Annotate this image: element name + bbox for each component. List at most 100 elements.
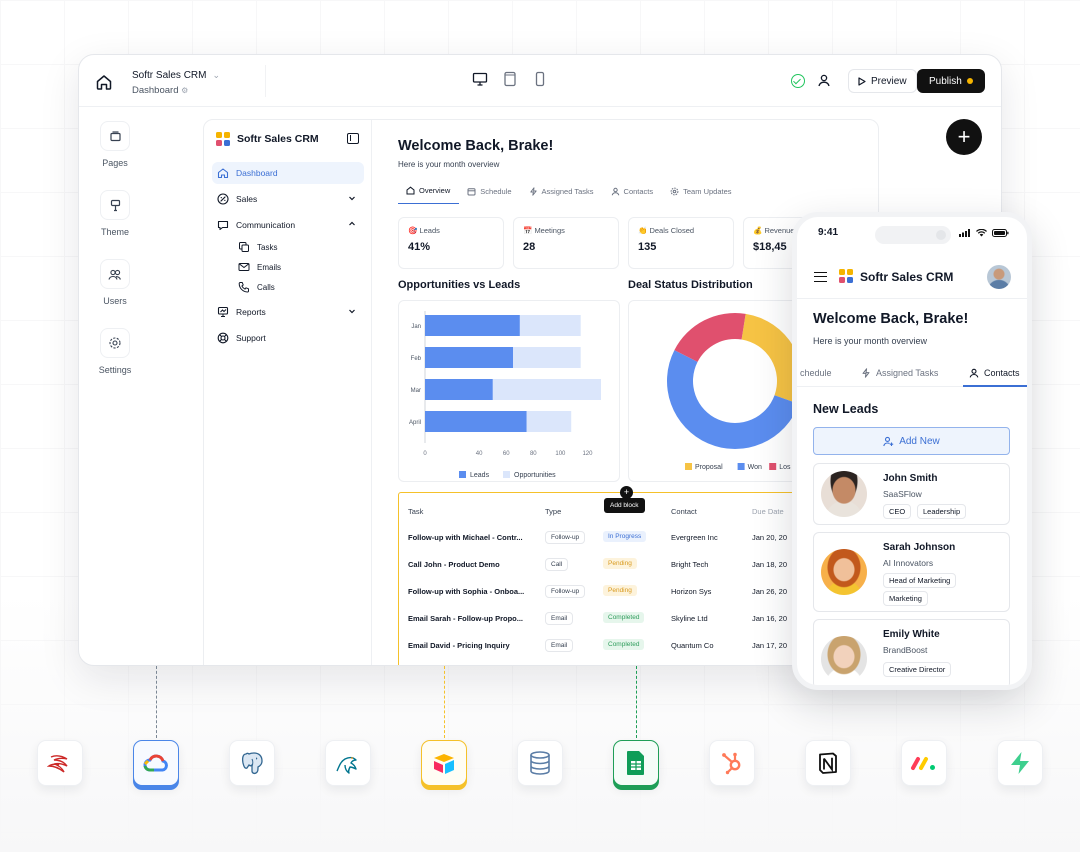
saved-check-icon <box>791 74 805 88</box>
supabase-integration[interactable] <box>997 740 1043 786</box>
avatar <box>821 471 867 517</box>
postgresql-icon <box>241 752 263 775</box>
legend-swatch <box>503 471 510 478</box>
database-icon <box>530 751 550 775</box>
airtable-integration[interactable] <box>421 740 467 786</box>
column-header-contact: Contact <box>671 507 697 516</box>
due-date-cell: Jan 16, 20 <box>752 614 788 623</box>
home-icon[interactable] <box>95 73 113 91</box>
sidebar-item-reports[interactable]: Reports <box>212 301 364 323</box>
table-row[interactable]: Follow-up with Sophia - Onboa... Follow-… <box>399 585 817 614</box>
lead-tag: Marketing <box>883 591 928 606</box>
mobile-view-icon[interactable] <box>532 71 548 87</box>
tab-label: Schedule <box>480 186 512 196</box>
preview-button[interactable]: Preview <box>848 69 917 93</box>
lead-card[interactable]: Sarah Johnson AI Innovators Head of Mark… <box>813 532 1010 612</box>
tab-assigned-tasks[interactable]: Assigned Tasks <box>861 368 938 378</box>
table-row[interactable]: Call John - Product Demo Call Pending Br… <box>399 558 817 587</box>
sidebar-subitem-emails[interactable]: Emails <box>238 258 281 276</box>
tab-overview[interactable]: Overview <box>398 186 460 204</box>
tab-contacts[interactable]: Contacts <box>969 368 1020 378</box>
hamburger-menu-icon[interactable] <box>814 272 827 282</box>
user-icon[interactable] <box>817 73 831 87</box>
app-brand[interactable]: Softr Sales CRM <box>216 132 319 146</box>
add-block-button[interactable]: + <box>946 119 982 155</box>
monday-integration[interactable] <box>901 740 947 786</box>
mysql-integration[interactable] <box>325 740 371 786</box>
lead-card[interactable]: Emily White BrandBoost Creative Director <box>813 619 1010 685</box>
stat-value: 28 <box>523 241 536 253</box>
rail-theme[interactable]: Theme <box>79 190 151 237</box>
app-switcher[interactable]: Softr Sales CRM ⌄ <box>132 70 220 81</box>
mobile-brand[interactable]: Softr Sales CRM <box>839 269 953 284</box>
chart-title-deal-status: Deal Status Distribution <box>628 279 753 291</box>
google-sheets-integration[interactable] <box>613 740 659 786</box>
rail-settings[interactable]: Settings <box>79 328 151 375</box>
status-badge: Completed <box>603 612 645 623</box>
chevron-up-icon <box>349 221 355 226</box>
user-icon <box>969 368 979 378</box>
tab-schedule[interactable]: Schedule <box>459 186 520 204</box>
chart-title-opportunities: Opportunities vs Leads <box>398 279 521 291</box>
table-row[interactable]: Email Sarah - Follow-up Propo... Email C… <box>399 612 817 641</box>
postgresql-integration[interactable] <box>229 740 275 786</box>
sql-server-icon <box>47 755 68 773</box>
sidebar-item-label: Dashboard <box>236 168 278 178</box>
stat-card-meetings: 📅 Meetings 28 <box>513 217 619 269</box>
legend-swatch <box>769 463 777 470</box>
avatar[interactable] <box>987 265 1011 289</box>
dynamic-island <box>875 226 951 244</box>
lead-tag: CEO <box>883 504 912 519</box>
lead-card[interactable]: John Smith SaaSFlow CEO Leadership <box>813 463 1010 525</box>
table-row[interactable]: Follow-up with Michael - Contr... Follow… <box>399 531 817 560</box>
desktop-view-icon[interactable] <box>472 71 488 87</box>
collapse-sidebar-icon[interactable] <box>347 133 359 144</box>
sidebar-subitem-calls[interactable]: Calls <box>238 278 275 296</box>
status-badge: Completed <box>603 639 645 650</box>
type-pill: Follow-up <box>545 531 586 544</box>
tasks-table[interactable]: + Add block Task Type Contact Due Date F… <box>398 486 818 665</box>
tablet-view-icon[interactable] <box>502 71 518 87</box>
due-date-cell: Jan 26, 20 <box>752 587 788 596</box>
hubspot-integration[interactable] <box>709 740 755 786</box>
database-integration[interactable] <box>517 740 563 786</box>
tab-schedule[interactable]: chedule <box>800 368 832 378</box>
sidebar-item-sales[interactable]: Sales <box>212 188 364 210</box>
chevron-down-icon <box>349 309 355 314</box>
sidebar-item-support[interactable]: Support <box>212 327 364 349</box>
tab-team-updates[interactable]: Team Updates <box>662 186 740 204</box>
x-tick-label: 0 <box>423 451 427 457</box>
sidebar-item-dashboard[interactable]: Dashboard <box>212 162 364 184</box>
sidebar-subitem-label: Tasks <box>257 242 278 252</box>
rail-users[interactable]: Users <box>79 259 151 306</box>
tab-bar: Overview Schedule Assigned Tasks Contact… <box>398 186 741 204</box>
plus-icon: + <box>957 124 971 149</box>
page-switcher[interactable]: Dashboard ⚙ <box>132 85 188 96</box>
publish-button[interactable]: Publish <box>917 69 985 93</box>
battery-icon <box>992 229 1009 237</box>
sidebar-item-label: Communication <box>236 220 296 230</box>
avatar <box>821 636 867 682</box>
rail-label: Pages <box>102 158 128 168</box>
sql-server-integration[interactable] <box>37 740 83 786</box>
sidebar-item-communication[interactable]: Communication <box>212 214 364 236</box>
google-cloud-integration[interactable] <box>133 740 179 786</box>
add-new-button[interactable]: Add New <box>813 427 1010 455</box>
notion-integration[interactable] <box>805 740 851 786</box>
tab-assigned-tasks[interactable]: Assigned Tasks <box>521 186 603 204</box>
play-icon <box>858 76 866 86</box>
bolt-icon <box>529 186 537 196</box>
sidebar-subitem-tasks[interactable]: Tasks <box>238 238 277 256</box>
bar-leads <box>425 347 513 368</box>
add-user-icon <box>883 436 894 446</box>
tab-contacts[interactable]: Contacts <box>603 186 663 204</box>
gear-icon <box>100 328 130 358</box>
legend-label: Won <box>748 464 762 471</box>
rail-pages[interactable]: Pages <box>79 121 151 168</box>
table-row[interactable]: Email David - Pricing Inquiry Email Comp… <box>399 639 817 665</box>
stat-card-leads: 🎯 Leads 41% <box>398 217 504 269</box>
theme-icon <box>100 190 130 220</box>
task-cell: Follow-up with Michael - Contr... <box>408 533 523 542</box>
due-date-cell: Jan 20, 20 <box>752 533 788 542</box>
connector-line <box>444 666 445 738</box>
